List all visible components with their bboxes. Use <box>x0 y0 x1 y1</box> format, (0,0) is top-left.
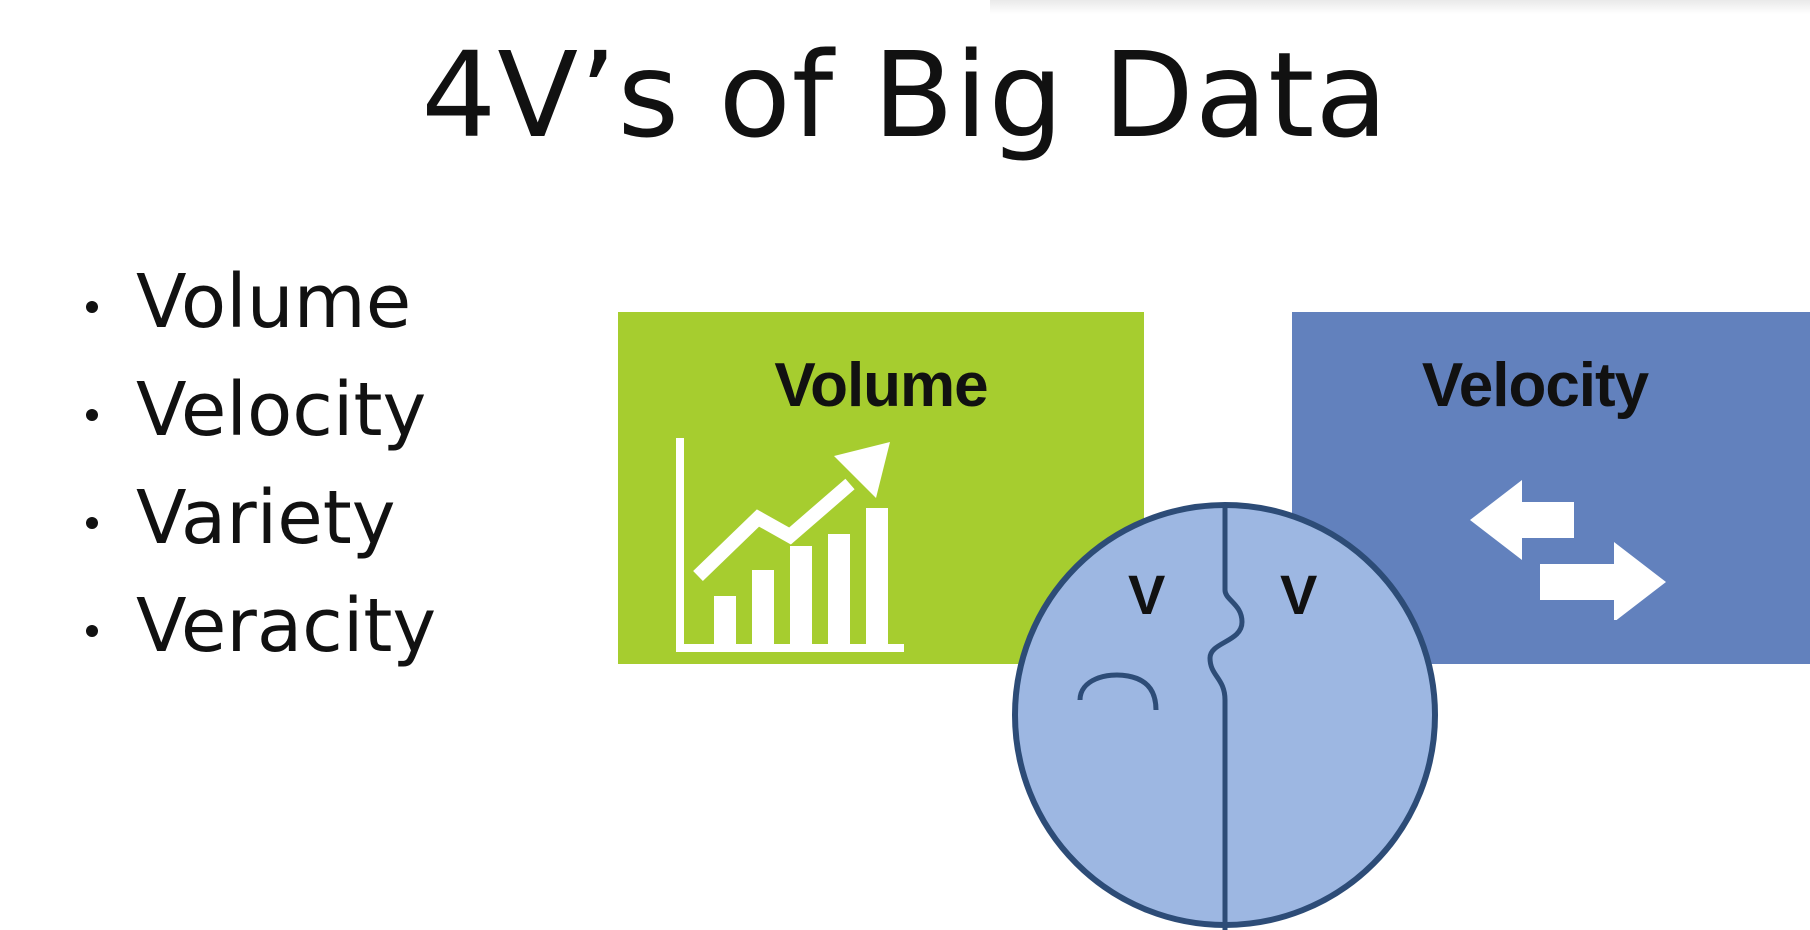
bullet-dot-icon <box>86 409 98 421</box>
bullet-label: Veracity <box>136 583 437 669</box>
bullet-label: Velocity <box>136 367 427 453</box>
bullet-label: Variety <box>136 475 396 561</box>
puzzle-circle <box>1012 502 1438 930</box>
bullet-label: Volume <box>136 259 412 345</box>
puzzle-letter-left: V <box>1128 563 1166 626</box>
bullet-dot-icon <box>86 517 98 529</box>
bullet-dot-icon <box>86 301 98 313</box>
growth-chart-icon <box>676 438 904 652</box>
top-edge-shadow <box>990 0 1810 14</box>
volume-tile-label: Volume <box>774 351 988 420</box>
slide-title: 4V’s of Big Data <box>421 26 1389 164</box>
bullet-item-velocity: Velocity <box>86 356 436 464</box>
bullet-dot-icon <box>86 625 98 637</box>
puzzle-letter-right: V <box>1280 563 1318 626</box>
bullet-list: Volume Velocity Variety Veracity <box>86 248 436 680</box>
bullet-item-volume: Volume <box>86 248 436 356</box>
exchange-arrows-icon <box>1470 480 1666 620</box>
velocity-tile-label: Velocity <box>1421 351 1649 420</box>
bullet-item-variety: Variety <box>86 464 436 572</box>
bullet-item-veracity: Veracity <box>86 572 436 680</box>
